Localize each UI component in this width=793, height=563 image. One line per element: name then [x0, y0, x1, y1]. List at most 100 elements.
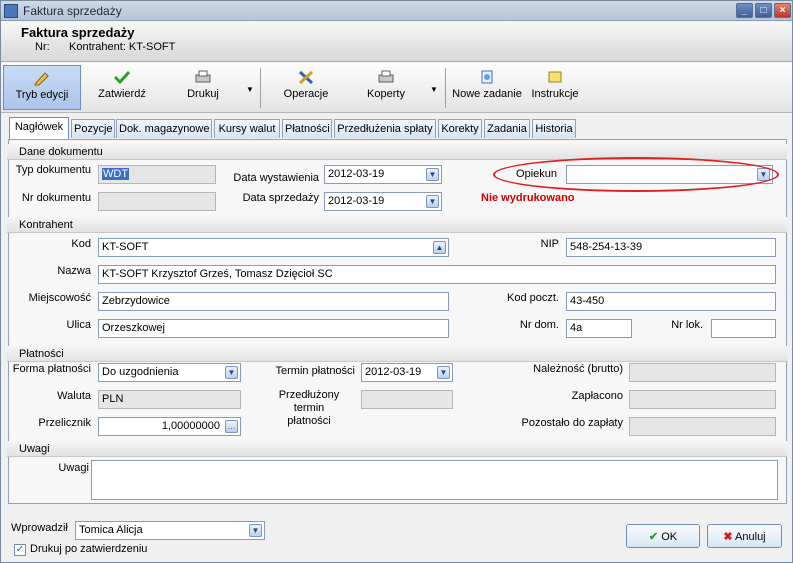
wprowadzil-label: Wprowadził: [11, 522, 68, 534]
section-header-kontrahent: Kontrahent: [7, 217, 787, 233]
print-after-label: Drukuj po zatwierdzeniu: [30, 543, 148, 555]
ellipsis-icon[interactable]: …: [225, 420, 238, 433]
tab-korekty[interactable]: Korekty: [438, 119, 482, 138]
new-task-button[interactable]: Nowe zadanie: [451, 65, 523, 110]
kod-field[interactable]: KT-SOFT ▲: [98, 238, 449, 257]
tab-platnosci[interactable]: Płatności: [282, 119, 332, 138]
data-wystawienia-picker[interactable]: 2012-03-19 ▼: [324, 165, 442, 184]
nr-label: Nr:: [35, 41, 50, 53]
naleznosc-field: [629, 363, 776, 382]
toolbar: Tryb edycji Zatwierdź Drukuj ▼ Operacje …: [1, 63, 792, 113]
tools-icon: [298, 70, 314, 85]
edit-mode-button[interactable]: Tryb edycji: [3, 65, 81, 110]
chevron-down-icon[interactable]: ▼: [426, 168, 439, 181]
typ-dokumentu-label: Typ dokumentu: [15, 164, 91, 176]
tab-pozycje[interactable]: Pozycje: [71, 119, 115, 138]
edit-mode-label: Tryb edycji: [15, 89, 69, 101]
przedluzony-line3: płatności: [287, 415, 331, 427]
typ-dokumentu-field[interactable]: WDT: [98, 165, 216, 184]
envelope-printer-icon: [378, 70, 394, 83]
przedluzony-line2: termin: [293, 402, 325, 414]
envelopes-dropdown-icon[interactable]: ▼: [430, 85, 438, 94]
print-after-checkbox[interactable]: ✓: [14, 544, 26, 556]
close-button[interactable]: ×: [774, 3, 791, 18]
checkmark-icon: ✔: [648, 531, 659, 543]
przedluzony-termin-label: Przedłużony termin płatności: [263, 389, 355, 428]
ok-button[interactable]: ✔ OK: [626, 524, 700, 548]
naleznosc-label: Należność (brutto): [533, 363, 623, 375]
section-title-dane: Dane dokumentu: [19, 146, 103, 158]
przelicznik-value: 1,00000000: [161, 420, 220, 432]
data-sprzedazy-value: 2012-03-19: [328, 195, 385, 207]
nr-lok-label: Nr lok.: [671, 319, 703, 331]
app-icon: [4, 4, 18, 18]
cancel-icon: ✖: [723, 531, 733, 543]
section-header-platnosci: Płatności: [7, 346, 787, 362]
chevron-down-icon[interactable]: ▼: [225, 366, 238, 379]
forma-platnosci-select[interactable]: Do uzgodnienia ▼: [98, 363, 241, 382]
data-sprzedazy-picker[interactable]: 2012-03-19 ▼: [324, 192, 442, 211]
print-button[interactable]: Drukuj: [169, 65, 237, 110]
waluta-label: Waluta: [57, 390, 91, 402]
pozostalo-field: [629, 417, 776, 436]
data-wystawienia-label: Data wystawienia: [233, 172, 319, 184]
printer-icon: [195, 70, 211, 83]
document-header: Faktura sprzedaży Nr: Kontrahent: KT-SOF…: [1, 22, 792, 62]
kod-pocztowy-field[interactable]: 43-450: [566, 292, 776, 311]
nr-dokumentu-field[interactable]: [98, 192, 216, 211]
minimize-button[interactable]: _: [736, 3, 753, 18]
tab-zadania[interactable]: Zadania: [484, 119, 530, 138]
print-dropdown-icon[interactable]: ▼: [246, 85, 254, 94]
zaplacono-field: [629, 390, 776, 409]
chevron-down-icon[interactable]: ▼: [249, 524, 262, 537]
nr-lok-field[interactable]: [711, 319, 776, 338]
chevron-down-icon[interactable]: ▼: [437, 366, 450, 379]
tab-kursy-walut[interactable]: Kursy walut: [214, 119, 280, 138]
nip-label: NIP: [540, 238, 559, 250]
przelicznik-field[interactable]: 1,00000000 …: [98, 417, 241, 436]
operations-label: Operacje: [283, 88, 329, 100]
tab-naglowek[interactable]: Nagłówek: [9, 117, 69, 139]
window: Faktura sprzedaży _ □ × Faktura sprzedaż…: [0, 0, 793, 563]
highlight-ellipse: [493, 157, 779, 192]
maximize-button[interactable]: □: [755, 3, 772, 18]
data-wystawienia-value: 2012-03-19: [328, 168, 385, 180]
new-task-icon: [481, 70, 493, 84]
title-bar: Faktura sprzedaży _ □ ×: [1, 1, 792, 21]
section-title-platnosci: Płatności: [19, 348, 64, 360]
nip-field[interactable]: 548-254-13-39: [566, 238, 776, 257]
nazwa-field[interactable]: KT-SOFT Krzysztof Grześ, Tomasz Dzięcioł…: [98, 265, 776, 284]
uwagi-textarea[interactable]: [91, 460, 778, 500]
envelopes-button[interactable]: Koperty: [355, 65, 417, 110]
operations-button[interactable]: Operacje: [271, 65, 341, 110]
cancel-button[interactable]: ✖ Anuluj: [707, 524, 782, 548]
instructions-button[interactable]: Instrukcje: [527, 65, 583, 110]
wprowadzil-select[interactable]: Tomica Alicja ▼: [75, 521, 265, 540]
chevron-down-icon[interactable]: ▼: [426, 195, 439, 208]
ok-label: OK: [661, 531, 678, 543]
instructions-label: Instrukcje: [531, 88, 579, 100]
kod-value: KT-SOFT: [102, 241, 149, 253]
tab-dok-magazynowe[interactable]: Dok. magazynowe: [116, 119, 212, 138]
kontrahent-caption: Kontrahent: KT-SOFT: [69, 41, 176, 53]
nr-dokumentu-label: Nr dokumentu: [21, 192, 91, 204]
termin-platnosci-value: 2012-03-19: [365, 366, 422, 378]
toolbar-separator: [260, 68, 261, 108]
envelopes-label: Koperty: [367, 88, 405, 100]
termin-platnosci-picker[interactable]: 2012-03-19 ▼: [361, 363, 453, 382]
ulica-field[interactable]: Orzeszkowej: [98, 319, 449, 338]
kod-pocztowy-label: Kod poczt.: [507, 292, 559, 304]
tab-historia[interactable]: Historia: [532, 119, 576, 138]
section-title-kontrahent: Kontrahent: [19, 219, 73, 231]
toolbar-separator: [445, 68, 446, 108]
cancel-label: Anuluj: [735, 531, 766, 543]
approve-button[interactable]: Zatwierdź: [87, 65, 157, 110]
miejscowosc-field[interactable]: Zebrzydowice: [98, 292, 449, 311]
pencil-icon: [34, 72, 49, 86]
nazwa-label: Nazwa: [57, 265, 91, 277]
new-task-label: Nowe zadanie: [452, 88, 522, 100]
chevron-up-icon[interactable]: ▲: [433, 241, 446, 254]
print-label: Drukuj: [187, 88, 219, 100]
tab-przedluzenia-splaty[interactable]: Przedłużenia spłaty: [334, 119, 436, 138]
nr-dom-field[interactable]: 4a: [566, 319, 632, 338]
